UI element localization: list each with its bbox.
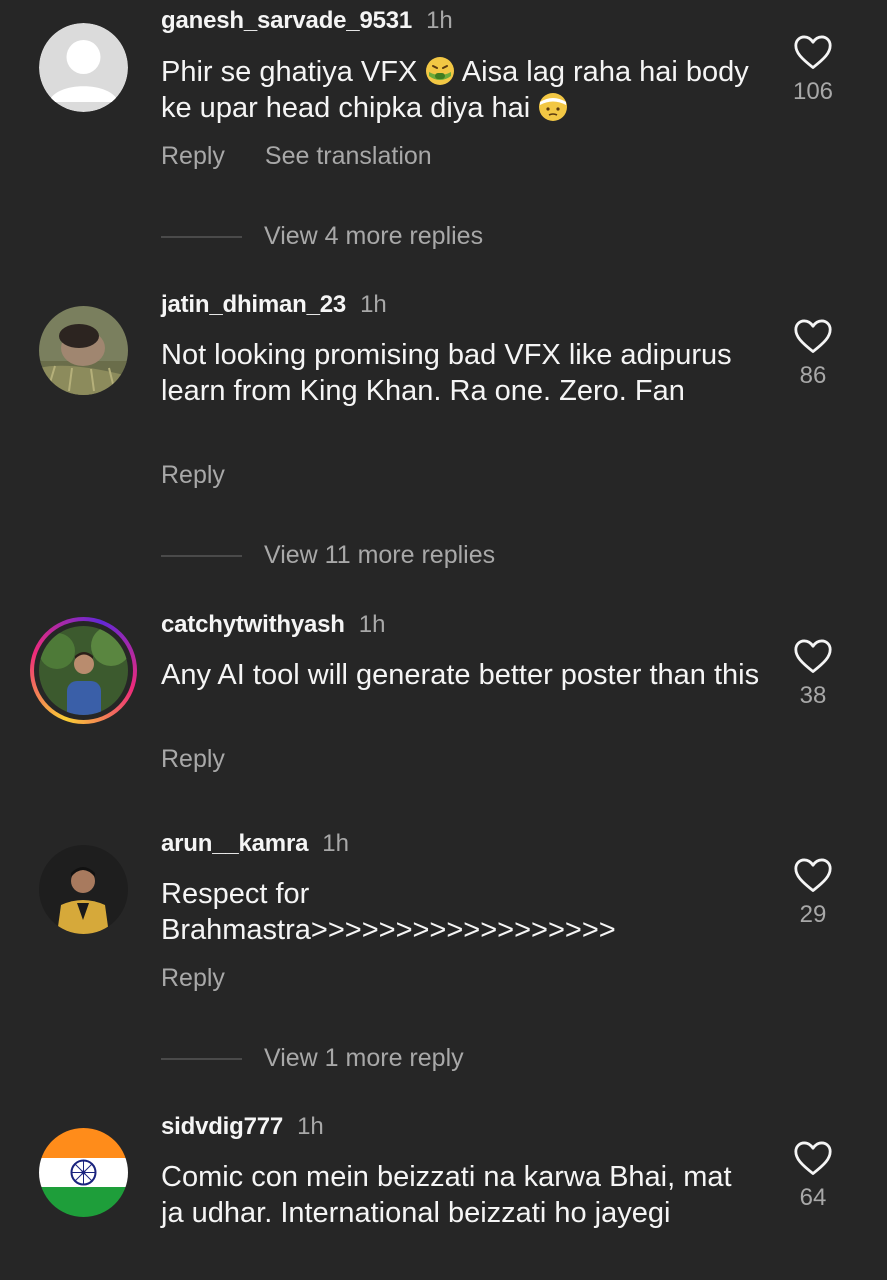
timestamp: 1h	[426, 7, 453, 34]
username[interactable]: jatin_dhiman_23	[161, 291, 346, 318]
heart-outline-icon	[794, 35, 832, 69]
comment-text: Any AI tool will generate better poster …	[161, 659, 760, 691]
profile-photo-icon	[39, 306, 128, 395]
avatar[interactable]	[39, 1128, 128, 1217]
see-translation-button[interactable]: See translation	[265, 142, 432, 170]
replies-divider	[161, 555, 242, 558]
timestamp: 1h	[322, 830, 349, 857]
comment-text: Respect for Brahmastra>>>>>>>>>>>>>>>>>>	[161, 878, 616, 946]
view-replies-button[interactable]: View 4 more replies	[161, 221, 483, 251]
avatar[interactable]	[39, 845, 128, 934]
like-button[interactable]: 64	[783, 1140, 843, 1212]
reply-button[interactable]: Reply	[161, 461, 225, 489]
timestamp: 1h	[358, 611, 386, 638]
view-replies-label: View 1 more reply	[264, 1044, 464, 1072]
like-count: 106	[792, 78, 834, 105]
comment-actions: Reply See translation	[161, 141, 432, 171]
heart-outline-icon	[794, 858, 832, 892]
comment-meta: jatin_dhiman_23 1h	[161, 290, 387, 320]
comment-meta: arun__kamra 1h	[161, 829, 349, 859]
comment-actions: Reply	[161, 744, 225, 774]
reply-button[interactable]: Reply	[161, 964, 225, 992]
avatar	[39, 626, 128, 715]
profile-photo-icon	[39, 626, 128, 715]
heart-outline-icon	[794, 319, 832, 353]
comment-actions: Reply	[161, 963, 225, 993]
profile-photo-icon	[39, 845, 128, 934]
view-replies-button[interactable]: View 11 more replies	[161, 540, 495, 570]
like-button[interactable]: 38	[783, 638, 843, 710]
username[interactable]: ganesh_sarvade_9531	[161, 7, 412, 34]
like-button[interactable]: 86	[783, 318, 843, 390]
comment-meta: catchytwithyash 1h	[161, 610, 385, 640]
view-replies-label: View 11 more replies	[264, 541, 496, 569]
default-avatar-icon	[39, 23, 128, 112]
username[interactable]: catchytwithyash	[161, 611, 345, 638]
story-ring-inner	[34, 621, 133, 720]
replies-divider	[161, 236, 242, 239]
indian-flag-icon	[39, 1128, 128, 1217]
username[interactable]: arun__kamra	[161, 830, 308, 857]
comment-text: Comic con mein beizzati na karwa Bhai, m…	[161, 1161, 732, 1229]
reply-button[interactable]: Reply	[161, 745, 225, 773]
like-count: 64	[799, 1184, 827, 1211]
like-button[interactable]: 106	[783, 34, 843, 106]
comment-text: Not looking promising bad VFX like adipu…	[161, 339, 732, 407]
face-with-head-bandage-emoji	[538, 92, 568, 122]
timestamp: 1h	[297, 1113, 324, 1140]
like-count: 38	[799, 682, 827, 709]
heart-outline-icon	[794, 1141, 832, 1175]
avatar[interactable]	[39, 23, 128, 112]
story-ring-avatar[interactable]	[30, 617, 137, 724]
like-button[interactable]: 29	[783, 857, 843, 929]
reply-button[interactable]: Reply	[161, 142, 225, 170]
timestamp: 1h	[360, 291, 387, 318]
face-vomiting-emoji	[425, 56, 455, 86]
like-count: 29	[799, 901, 827, 928]
username[interactable]: sidvdig777	[161, 1113, 283, 1140]
comment-text-part: Phir se ghatiya VFX	[161, 56, 426, 88]
view-replies-label: View 4 more replies	[264, 222, 484, 250]
avatar[interactable]	[39, 306, 128, 395]
comment-meta: ganesh_sarvade_9531 1h	[161, 6, 453, 36]
comment-actions: Reply	[161, 460, 225, 490]
heart-outline-icon	[794, 639, 832, 673]
comment-text: Phir se ghatiya VFX Aisa lag raha hai bo…	[161, 54, 761, 126]
replies-divider	[161, 1058, 242, 1061]
comment-meta: sidvdig777 1h	[161, 1112, 324, 1142]
view-replies-button[interactable]: View 1 more reply	[161, 1043, 464, 1073]
like-count: 86	[799, 362, 827, 389]
